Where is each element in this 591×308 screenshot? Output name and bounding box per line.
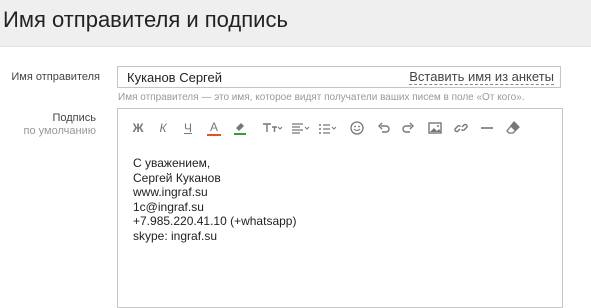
sender-name-field[interactable]: Куканов Сергей Вставить имя из анкеты	[117, 66, 561, 88]
signature-content[interactable]: С уважением, Сергей Куканов www.ingraf.s…	[133, 156, 296, 244]
signature-line: 1c@ingraf.su	[133, 199, 204, 214]
insert-name-from-profile-link[interactable]: Вставить имя из анкеты	[409, 70, 554, 85]
signature-line: www.ingraf.su	[133, 185, 208, 200]
signature-line: Сергей Куканов	[133, 170, 221, 185]
horizontal-line-icon	[481, 127, 493, 129]
list-button[interactable]	[317, 118, 339, 138]
signature-line: С уважением,	[133, 156, 211, 170]
underline-button[interactable]: Ч	[182, 118, 194, 138]
link-icon	[454, 123, 468, 133]
undo-button[interactable]	[377, 118, 391, 138]
font-size-button[interactable]	[261, 118, 283, 138]
sender-name-value[interactable]: Куканов Сергей	[127, 70, 222, 85]
redo-icon	[402, 122, 414, 133]
bold-button[interactable]: Ж	[132, 118, 144, 138]
text-color-button[interactable]: A	[207, 118, 221, 136]
page-title: Имя отправителя и подпись	[3, 7, 288, 32]
highlighter-icon	[234, 123, 246, 135]
highlight-color-button[interactable]	[232, 118, 248, 138]
align-button[interactable]	[290, 118, 312, 138]
signature-label: Подпись по умолчанию	[8, 112, 96, 138]
eraser-icon	[506, 121, 520, 134]
smile-icon	[350, 121, 364, 135]
signature-line: +7.985.220.41.10 (+whatsapp)	[133, 214, 297, 229]
signature-editor[interactable]: Ж К Ч A С уважением, Сергей Куканов www.…	[117, 108, 563, 308]
insert-image-button[interactable]	[427, 118, 443, 138]
editor-toolbar: Ж К Ч A	[118, 118, 562, 138]
emoji-button[interactable]	[349, 118, 365, 138]
sender-name-hint: Имя отправителя — это имя, которое видят…	[118, 92, 525, 103]
signature-line: skype: ingraf.su	[133, 228, 218, 243]
font-size-icon	[263, 123, 283, 132]
image-icon	[428, 122, 442, 134]
clear-formatting-button[interactable]	[505, 118, 521, 138]
insert-link-button[interactable]	[453, 118, 469, 138]
italic-button[interactable]: К	[157, 118, 169, 138]
align-icon	[292, 123, 310, 134]
sender-name-label: Имя отправителя	[11, 71, 100, 83]
page-header: Имя отправителя и подпись	[0, 0, 591, 47]
horizontal-line-button[interactable]	[480, 118, 494, 138]
redo-button[interactable]	[401, 118, 415, 138]
signature-label-default: по умолчанию	[23, 125, 96, 137]
signature-label-title: Подпись	[52, 112, 96, 124]
list-icon	[319, 124, 337, 134]
undo-icon	[378, 122, 390, 133]
